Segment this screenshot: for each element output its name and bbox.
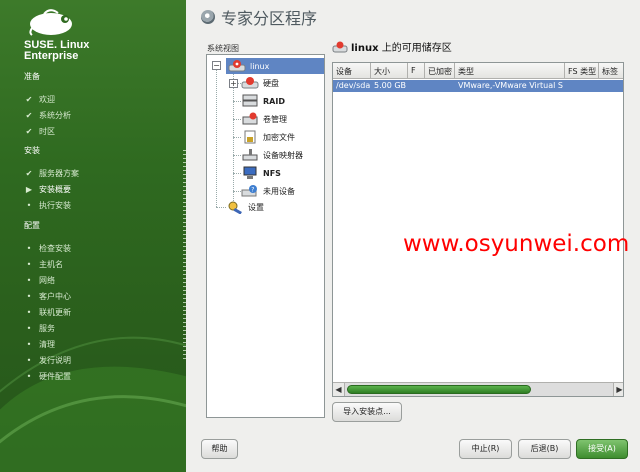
cell-size: 5.00 GB (374, 81, 407, 90)
check-icon: ✔ (25, 127, 33, 136)
bullet-icon: • (26, 324, 32, 333)
bullet-icon: • (26, 356, 32, 365)
step-perform-install: • 执行安装 (24, 200, 71, 211)
col-fs-type[interactable]: FS 类型 (565, 63, 599, 79)
step-online-update: • 联机更新 (24, 307, 71, 318)
col-type[interactable]: 类型 (455, 63, 565, 79)
cell-label (599, 80, 623, 92)
scrollbar-thumb[interactable] (347, 385, 531, 394)
settings-wrench-icon (226, 200, 244, 215)
computer-disk-icon (228, 59, 246, 73)
step-customer-center: • 客户中心 (24, 291, 71, 302)
tree-item-raid[interactable]: RAID (241, 94, 285, 108)
brand-name: SUSE. Linux Enterprise (24, 39, 90, 62)
col-f[interactable]: F (408, 63, 425, 79)
tree-item-volume-management[interactable]: 卷管理 (241, 112, 287, 126)
col-encrypted[interactable]: 已加密 (425, 63, 455, 79)
accept-button[interactable]: 接受(A) (576, 439, 628, 459)
step-timezone: ✔ 时区 (25, 127, 55, 136)
step-welcome: ✔ 欢迎 (25, 95, 55, 104)
bullet-icon: • (26, 372, 32, 381)
step-install-summary: ▶ 安装概要 (25, 185, 71, 194)
page-title-bar: 专家分区程序 (201, 5, 317, 29)
harddisk-icon (241, 76, 259, 90)
horizontal-scrollbar[interactable]: ◀ ▶ (333, 382, 623, 396)
step-network: • 网络 (24, 275, 55, 286)
step-services: • 服务 (24, 323, 55, 334)
tree-item-nfs[interactable]: NFS (241, 166, 281, 180)
table-header: 设备 大小 F 已加密 类型 FS 类型 标签 (333, 63, 623, 79)
step-release-notes: • 发行说明 (24, 355, 71, 366)
encrypted-file-icon (241, 130, 259, 144)
tree-item-unused-devices[interactable]: ? 未用设备 (241, 184, 295, 198)
cell-type: VMware,-VMware Virtual S (458, 81, 563, 90)
svg-text:?: ? (251, 187, 254, 194)
step-system-analysis: ✔ 系统分析 (25, 111, 71, 120)
section-prepare: 准备 (24, 72, 40, 81)
tree-item-settings[interactable]: 设置 (226, 200, 264, 215)
abort-button[interactable]: 中止(R) (459, 439, 512, 459)
cell-device: /dev/sda (336, 81, 371, 90)
computer-disk-icon (332, 41, 348, 53)
bullet-icon: • (26, 201, 32, 210)
bullet-icon: • (26, 308, 32, 317)
step-server-scenario: ✔ 服务器方案 (25, 169, 79, 178)
sidebar-resize-grip[interactable] (183, 150, 186, 360)
unused-device-icon: ? (241, 184, 259, 198)
current-step-arrow-icon: ▶ (25, 185, 33, 194)
tree-label: 系统视图 (207, 44, 239, 53)
volume-icon (241, 112, 259, 126)
watermark-text: www.osyunwei.com (403, 231, 630, 257)
table-row[interactable]: /dev/sda 5.00 GB VMware,-VMware Virtual … (333, 80, 623, 92)
col-label[interactable]: 标签 (599, 63, 623, 79)
scroll-left-icon[interactable]: ◀ (333, 383, 345, 396)
import-mount-points-button[interactable]: 导入安装点... (332, 402, 402, 422)
bullet-icon: • (26, 244, 32, 253)
scroll-right-icon[interactable]: ▶ (613, 383, 623, 396)
bullet-icon: • (26, 340, 32, 349)
check-icon: ✔ (25, 169, 33, 178)
tree-item-linux[interactable]: linux (226, 58, 324, 74)
col-size[interactable]: 大小 (371, 63, 408, 79)
panel-header: linux 上的可用储存区 (332, 39, 452, 54)
check-icon: ✔ (25, 111, 33, 120)
cell-encrypted (425, 80, 455, 92)
tree-item-harddisks[interactable]: 硬盘 (241, 76, 279, 90)
panel-title-suffix: 上的可用储存区 (378, 43, 452, 54)
col-device[interactable]: 设备 (333, 63, 371, 79)
bullet-icon: • (26, 276, 32, 285)
check-icon: ✔ (25, 95, 33, 104)
section-install: 安装 (24, 146, 40, 155)
step-cleanup: • 清理 (24, 339, 55, 350)
tree-item-device-mapper[interactable]: 设备映射器 (241, 148, 303, 162)
section-configure: 配置 (24, 221, 40, 230)
device-mapper-icon (241, 148, 259, 162)
suse-chameleon-logo (29, 9, 72, 36)
cell-f (408, 80, 425, 92)
tree-item-encrypted-files[interactable]: 加密文件 (241, 130, 295, 144)
bullet-icon: • (26, 260, 32, 269)
page-title: 专家分区程序 (221, 9, 318, 28)
disk-title-icon (201, 10, 215, 24)
raid-icon (241, 94, 259, 108)
expand-toggle-icon[interactable]: + (229, 79, 238, 88)
bullet-icon: • (26, 292, 32, 301)
help-button[interactable]: 帮助 (201, 439, 238, 459)
collapse-toggle-icon[interactable]: − (212, 61, 221, 70)
storage-table[interactable]: 设备 大小 F 已加密 类型 FS 类型 标签 /dev/sda 5.00 GB… (332, 62, 624, 397)
step-check-install: • 检查安装 (24, 243, 71, 254)
sidebar: SUSE. Linux Enterprise 准备 ✔ 欢迎 ✔ 系统分析 ✔ 时区 … (0, 0, 186, 472)
nfs-network-icon (241, 166, 259, 180)
system-view-tree[interactable]: − linux + 硬盘 RAID 卷管理 加密文件 设备映射器 NFS ? 未… (206, 54, 325, 418)
back-button[interactable]: 后退(B) (518, 439, 571, 459)
cell-fs-type (565, 80, 599, 92)
step-hardware-config: • 硬件配置 (24, 371, 71, 382)
step-hostname: • 主机名 (24, 259, 63, 270)
panel-host: linux (351, 43, 379, 54)
